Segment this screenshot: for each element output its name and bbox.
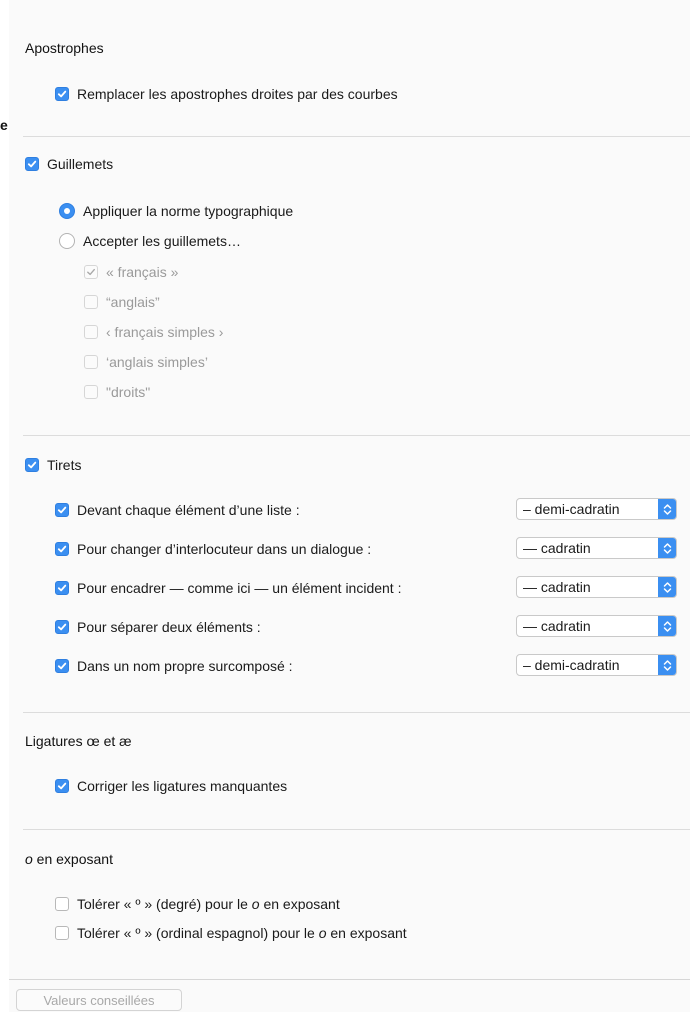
stray-text: e bbox=[0, 117, 8, 133]
radio-selected-icon[interactable] bbox=[59, 203, 75, 219]
radio-norme-label: Appliquer la norme typographique bbox=[83, 203, 294, 219]
exposant-opt1-letter: o bbox=[251, 896, 260, 912]
guillemet-type-anglais: “anglais” bbox=[84, 294, 160, 310]
guillemets-title: Guillemets bbox=[47, 156, 114, 172]
checkbox-checked-icon[interactable] bbox=[25, 458, 39, 472]
apostrophes-title: Apostrophes bbox=[25, 40, 104, 56]
tiret-row-incident[interactable]: Pour encadrer — comme ici — un élément i… bbox=[55, 580, 401, 596]
guillemet-type-francais-simples: ‹ français simples › bbox=[84, 324, 223, 340]
checkbox-checked-icon[interactable] bbox=[55, 503, 69, 517]
tiret-select-separer[interactable]: — cadratin bbox=[516, 615, 677, 637]
section-divider bbox=[23, 136, 690, 137]
guillemet-type-francais: « français » bbox=[84, 264, 178, 280]
section-divider bbox=[23, 829, 690, 830]
checkbox-checked-icon[interactable] bbox=[55, 542, 69, 556]
tiret-select-liste[interactable]: – demi-cadratin bbox=[516, 498, 677, 520]
tiret-label: Dans un nom propre surcomposé : bbox=[77, 658, 293, 674]
tiret-row-dialogue[interactable]: Pour changer d’interlocuteur dans un dia… bbox=[55, 541, 371, 557]
tirets-title: Tirets bbox=[47, 457, 82, 473]
checkbox-disabled-icon bbox=[84, 325, 98, 339]
exposant-option-label: Tolérer « º » (ordinal espagnol) pour le… bbox=[77, 925, 407, 941]
stepper-arrows-icon bbox=[658, 577, 676, 597]
tiret-select-value: — cadratin bbox=[523, 618, 591, 634]
radio-accepter-guillemets[interactable]: Accepter les guillemets… bbox=[59, 233, 241, 249]
guillemet-type-label: ‹ français simples › bbox=[106, 324, 224, 340]
radio-accepter-label: Accepter les guillemets… bbox=[83, 233, 241, 249]
apostrophes-option[interactable]: Remplacer les apostrophes droites par de… bbox=[55, 86, 398, 102]
checkbox-disabled-icon bbox=[84, 385, 98, 399]
radio-norme-typographique[interactable]: Appliquer la norme typographique bbox=[59, 203, 293, 219]
exposant-title-letter: o bbox=[25, 851, 33, 867]
preferences-panel: Apostrophes Remplacer les apostrophes dr… bbox=[9, 0, 690, 1012]
checkbox-checked-icon[interactable] bbox=[55, 659, 69, 673]
tiret-row-nom-propre[interactable]: Dans un nom propre surcomposé : bbox=[55, 658, 293, 674]
checkbox-disabled-icon bbox=[84, 355, 98, 369]
tiret-row-liste[interactable]: Devant chaque élément d’une liste : bbox=[55, 502, 300, 518]
tiret-select-nom-propre[interactable]: – demi-cadratin bbox=[516, 654, 677, 676]
section-divider bbox=[23, 435, 690, 436]
tiret-select-incident[interactable]: — cadratin bbox=[516, 576, 677, 598]
stepper-arrows-icon bbox=[658, 499, 676, 519]
exposant-option-degre[interactable]: Tolérer « º » (degré) pour le o en expos… bbox=[55, 896, 340, 912]
tiret-select-dialogue[interactable]: — cadratin bbox=[516, 537, 677, 559]
checkbox-checked-icon[interactable] bbox=[55, 581, 69, 595]
stepper-arrows-icon bbox=[658, 538, 676, 558]
exposant-opt1-prefix: Tolérer « º » (degré) pour le bbox=[77, 896, 252, 912]
stepper-arrows-icon bbox=[658, 655, 676, 675]
exposant-title: o en exposant bbox=[25, 851, 113, 867]
checkbox-checked-icon[interactable] bbox=[25, 157, 39, 171]
ligatures-option[interactable]: Corriger les ligatures manquantes bbox=[55, 778, 287, 794]
checkbox-checked-icon[interactable] bbox=[55, 87, 69, 101]
ligatures-title: Ligatures œ et æ bbox=[25, 733, 132, 749]
checkbox-checked-icon[interactable] bbox=[55, 620, 69, 634]
guillemet-type-label: "droits" bbox=[106, 384, 151, 400]
exposant-option-label: Tolérer « º » (degré) pour le o en expos… bbox=[77, 896, 340, 912]
checkbox-unchecked-icon[interactable] bbox=[55, 926, 69, 940]
exposant-opt1-suffix: en exposant bbox=[259, 896, 340, 912]
guillemet-type-anglais-simples: ‘anglais simples’ bbox=[84, 354, 208, 370]
guillemet-type-label: “anglais” bbox=[106, 294, 160, 310]
tiret-label: Pour changer d’interlocuteur dans un dia… bbox=[77, 541, 372, 557]
section-divider bbox=[23, 712, 690, 713]
guillemet-type-label: « français » bbox=[106, 264, 179, 280]
tiret-select-value: — cadratin bbox=[523, 540, 591, 556]
exposant-opt2-prefix: Tolérer « º » (ordinal espagnol) pour le bbox=[77, 925, 319, 941]
exposant-opt2-suffix: en exposant bbox=[326, 925, 407, 941]
checkbox-checked-icon[interactable] bbox=[55, 779, 69, 793]
tiret-select-value: – demi-cadratin bbox=[523, 657, 620, 673]
tiret-label: Pour encadrer — comme ici — un élément i… bbox=[77, 580, 402, 596]
footer-divider bbox=[9, 979, 690, 980]
checkbox-disabled-icon bbox=[84, 295, 98, 309]
tiret-select-value: – demi-cadratin bbox=[523, 501, 620, 517]
guillemets-section-toggle[interactable]: Guillemets bbox=[25, 156, 113, 172]
exposant-option-ordinal[interactable]: Tolérer « º » (ordinal espagnol) pour le… bbox=[55, 925, 407, 941]
apostrophes-option-label: Remplacer les apostrophes droites par de… bbox=[77, 86, 398, 102]
tirets-section-toggle[interactable]: Tirets bbox=[25, 457, 81, 473]
checkbox-disabled-checked-icon bbox=[84, 265, 98, 279]
tiret-label: Pour séparer deux éléments : bbox=[77, 619, 261, 635]
guillemet-type-droits: "droits" bbox=[84, 384, 150, 400]
exposant-title-rest: en exposant bbox=[32, 851, 113, 867]
checkbox-unchecked-icon[interactable] bbox=[55, 897, 69, 911]
tiret-row-separer[interactable]: Pour séparer deux éléments : bbox=[55, 619, 261, 635]
guillemet-type-label: ‘anglais simples’ bbox=[106, 354, 208, 370]
exposant-opt2-letter: o bbox=[318, 925, 327, 941]
tiret-select-value: — cadratin bbox=[523, 579, 591, 595]
ligatures-option-label: Corriger les ligatures manquantes bbox=[77, 778, 288, 794]
tiret-label: Devant chaque élément d’une liste : bbox=[77, 502, 300, 518]
valeurs-conseillees-button[interactable]: Valeurs conseillées bbox=[16, 989, 182, 1011]
stepper-arrows-icon bbox=[658, 616, 676, 636]
radio-unselected-icon[interactable] bbox=[59, 233, 75, 249]
